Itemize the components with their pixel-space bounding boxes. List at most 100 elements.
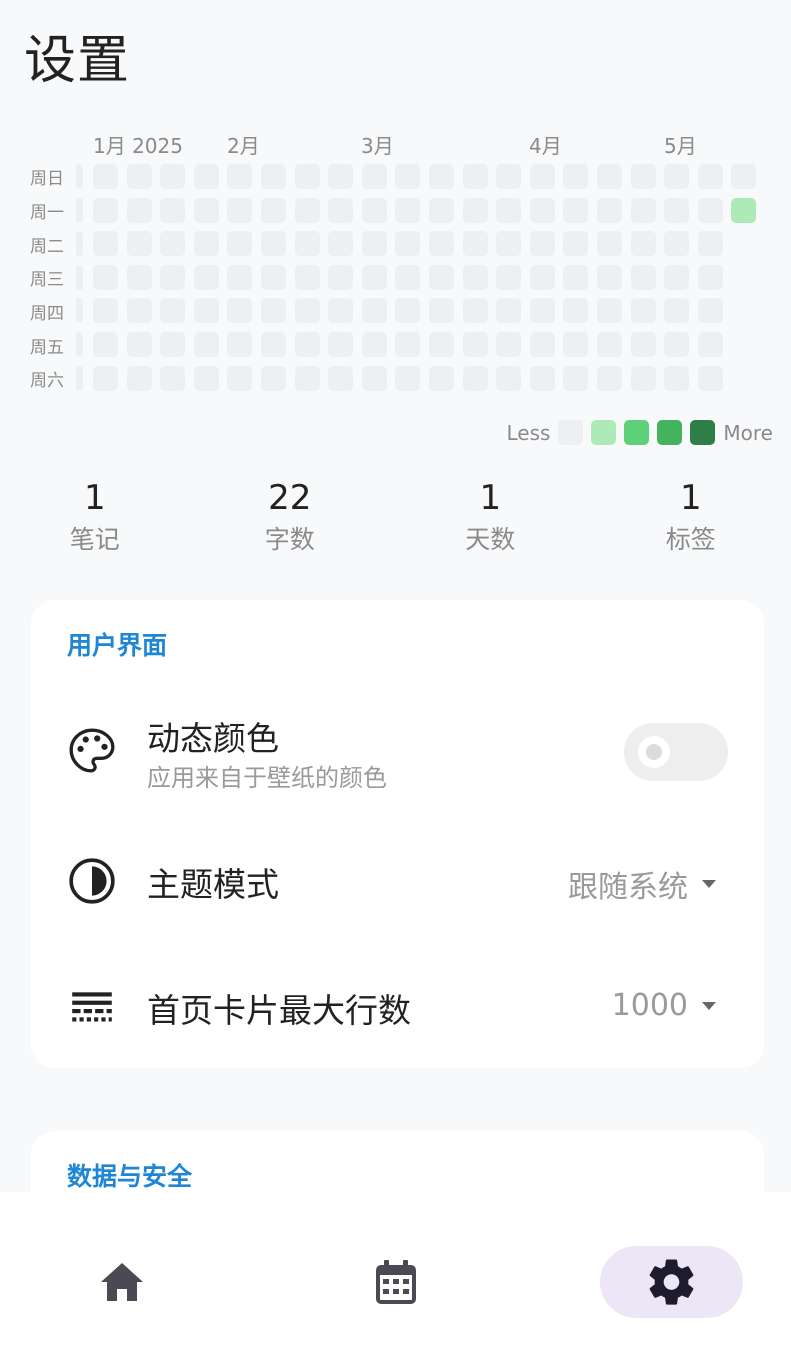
dynamic-color-title: 动态颜色 bbox=[147, 719, 279, 758]
heatmap-cell bbox=[261, 365, 286, 391]
heatmap-cell bbox=[664, 365, 690, 391]
heatmap-cell bbox=[630, 365, 656, 391]
section-title: 数据与安全 bbox=[67, 1162, 193, 1191]
day-label: 周四 bbox=[30, 304, 64, 324]
heatmap-cell bbox=[429, 164, 454, 189]
heatmap-cell bbox=[529, 365, 555, 391]
heatmap-cell bbox=[529, 298, 555, 324]
heatmap-cell bbox=[429, 365, 454, 391]
lines-icon bbox=[72, 992, 112, 1022]
heatmap-cell bbox=[126, 298, 152, 324]
heatmap-cell bbox=[261, 164, 286, 189]
nav-home[interactable] bbox=[72, 1246, 172, 1318]
legend-swatch-level4 bbox=[690, 420, 716, 445]
heatmap-cell bbox=[563, 197, 589, 223]
legend-less-label: Less bbox=[506, 420, 551, 445]
heatmap-cell bbox=[93, 332, 118, 357]
heatmap-cell bbox=[664, 264, 690, 290]
heatmap-cell bbox=[529, 332, 555, 357]
day-label: 周一 bbox=[30, 203, 64, 223]
toggle-knob bbox=[638, 736, 670, 768]
heatmap-cell bbox=[429, 264, 454, 290]
heatmap-cell bbox=[361, 298, 387, 324]
heatmap-cell bbox=[294, 332, 320, 357]
heatmap-cell bbox=[462, 264, 488, 290]
heatmap-cell bbox=[462, 332, 488, 357]
heatmap-cell bbox=[395, 298, 421, 324]
heatmap-cell bbox=[395, 231, 421, 257]
legend-more-label: More bbox=[723, 420, 773, 445]
heatmap-cell bbox=[76, 197, 83, 223]
heatmap-cell bbox=[462, 197, 488, 223]
heatmap-cell bbox=[126, 231, 152, 257]
section-title: 用户界面 bbox=[67, 631, 168, 660]
heatmap-cell bbox=[697, 365, 723, 391]
nav-calendar[interactable] bbox=[346, 1246, 446, 1318]
heatmap-cell bbox=[395, 197, 421, 223]
heatmap-cell bbox=[395, 332, 421, 357]
heatmap-cell bbox=[328, 332, 354, 357]
heatmap-cell bbox=[429, 197, 454, 223]
heatmap-cell bbox=[664, 298, 690, 324]
contrast-icon bbox=[69, 858, 115, 904]
heatmap-cell bbox=[93, 365, 118, 391]
theme-mode-select[interactable]: 跟随系统 bbox=[568, 862, 716, 906]
heatmap-cell bbox=[563, 332, 589, 357]
heatmap-cell bbox=[361, 332, 387, 357]
heatmap-cell bbox=[529, 231, 555, 257]
heatmap-cell bbox=[294, 365, 320, 391]
heatmap-cell bbox=[529, 197, 555, 223]
month-label: 5月 bbox=[664, 134, 697, 158]
heatmap-cell bbox=[126, 332, 152, 357]
heatmap-cell bbox=[697, 231, 723, 257]
heatmap-cell bbox=[697, 197, 723, 223]
heatmap-cell bbox=[697, 264, 723, 290]
heatmap-cell bbox=[160, 264, 186, 290]
heatmap-cell bbox=[597, 197, 622, 223]
heatmap-cell bbox=[731, 164, 757, 189]
heatmap-cell bbox=[563, 164, 589, 189]
dynamic-color-toggle[interactable] bbox=[624, 723, 728, 781]
heatmap-cell bbox=[193, 365, 219, 391]
theme-mode-row[interactable]: 主题模式 跟随系统 bbox=[31, 830, 764, 930]
heatmap-cell bbox=[227, 365, 253, 391]
day-label: 周五 bbox=[30, 338, 64, 358]
day-label: 周二 bbox=[30, 237, 64, 257]
legend-swatch-level1 bbox=[591, 420, 617, 445]
heatmap-cell bbox=[160, 197, 186, 223]
dropdown-arrow-icon bbox=[702, 1001, 716, 1010]
page-title: 设置 bbox=[24, 31, 131, 91]
stat-value: 1 bbox=[679, 478, 702, 518]
heatmap-cell bbox=[496, 231, 522, 257]
nav-settings[interactable] bbox=[600, 1246, 743, 1318]
heatmap-cell bbox=[697, 298, 723, 324]
heatmap-cell bbox=[496, 197, 522, 223]
ui-settings-card: 用户界面 动态颜色 应用来自于壁纸的颜色 主题模式 跟随系统 首页卡片最大行数 … bbox=[31, 600, 764, 1068]
stat-value: 1 bbox=[83, 478, 106, 518]
heatmap-cell bbox=[664, 231, 690, 257]
heatmap-cell bbox=[328, 197, 354, 223]
max-lines-select[interactable]: 1000 bbox=[612, 988, 716, 1023]
heatmap-cell bbox=[630, 197, 656, 223]
heatmap-cell bbox=[261, 298, 286, 324]
heatmap-cell bbox=[261, 332, 286, 357]
heatmap-cell bbox=[361, 197, 387, 223]
heatmap-cell bbox=[563, 264, 589, 290]
day-label: 周日 bbox=[30, 169, 64, 189]
day-label: 周六 bbox=[30, 371, 64, 391]
month-label: 3月 bbox=[361, 134, 394, 158]
theme-mode-title: 主题模式 bbox=[147, 865, 279, 904]
max-lines-row[interactable]: 首页卡片最大行数 1000 bbox=[31, 956, 764, 1056]
heatmap-cell bbox=[294, 298, 320, 324]
activity-heatmap: 1月 2025 2月 3月 4月 5月 周日 周一 周二 周三 周四 周五 周六 bbox=[0, 128, 791, 398]
stat-label: 字数 bbox=[264, 525, 315, 554]
heatmap-cell bbox=[429, 231, 454, 257]
heatmap-cell bbox=[193, 264, 219, 290]
heatmap-cell bbox=[361, 231, 387, 257]
heatmap-cell bbox=[496, 264, 522, 290]
heatmap-cell bbox=[429, 298, 454, 324]
heatmap-cell bbox=[529, 264, 555, 290]
heatmap-cell bbox=[597, 264, 622, 290]
dynamic-color-row[interactable]: 动态颜色 应用来自于壁纸的颜色 bbox=[31, 696, 764, 816]
heatmap-cell bbox=[630, 264, 656, 290]
